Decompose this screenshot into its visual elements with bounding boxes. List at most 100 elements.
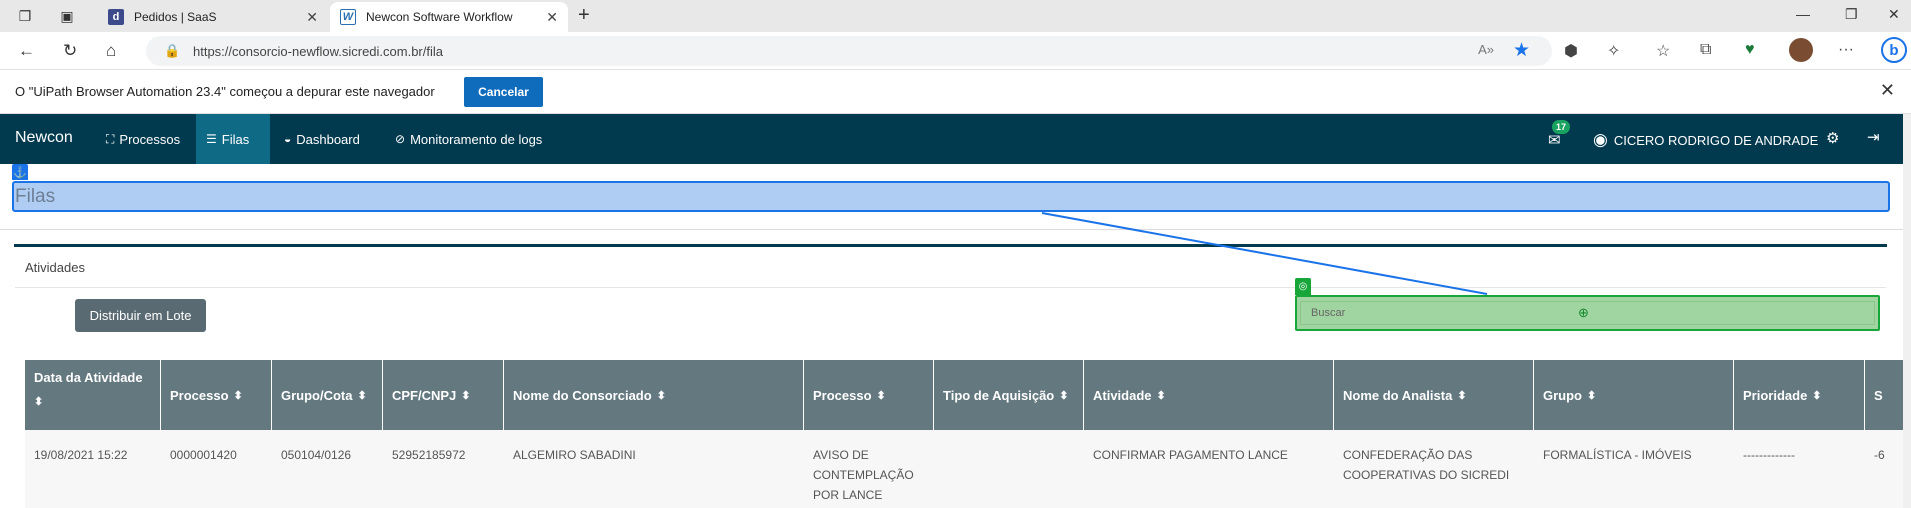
nav-monitoramento[interactable]: ⊘ Monitoramento de logs [385,114,552,164]
col-label: Processo [813,387,872,403]
sort-icon: ⬍ [233,389,243,402]
cell-grupo: FORMALÍSTICA - IMÓVEIS [1543,448,1692,462]
sort-icon: ⬍ [1156,389,1166,402]
col-cpf-cnpj[interactable]: CPF/CNPJ ⬍ [383,360,504,430]
favorites-icon[interactable]: ☆ [1656,41,1670,61]
col-label: Tipo de Aquisição [943,387,1055,403]
col-processo-desc[interactable]: Processo ⬍ [804,360,934,430]
nav-dashboard[interactable]: ◒ Dashboard [274,114,370,164]
cell-grupo-cota: 050104/0126 [281,448,352,462]
table-header: Data da Atividade ⬍ Processo ⬍ Grupo/Cota ⬍… [25,360,1903,430]
panel-divider [15,287,1886,288]
sort-icon: ⬍ [1587,389,1597,402]
back-icon[interactable]: ← [18,41,35,61]
refresh-icon[interactable]: ↻ [63,41,77,61]
workspaces-icon[interactable]: ▣ [58,7,76,25]
col-label: Nome do Analista [1343,387,1453,403]
list-icon: ☰ [206,132,217,146]
col-tipo-aquisicao[interactable]: Tipo de Aquisição ⬍ [934,360,1084,430]
nav-label: Monitoramento de logs [410,131,543,147]
address-bar-row: ← ↻ ⌂ 🔒 https://consorcio-newflow.sicred… [0,32,1911,70]
cell-processo: 0000001420 [170,448,237,462]
browser-tabstrip: ❐ ▣ d Pedidos | SaaS ✕ W Newcon Software… [0,0,1911,32]
cancel-debug-button[interactable]: Cancelar [464,77,543,107]
cell-line: AVISO DE [813,448,869,462]
col-nome-analista[interactable]: Nome do Analista ⬍ [1334,360,1534,430]
tab-title: Pedidos | SaaS [134,10,217,24]
cell-line: CONFEDERAÇÃO DAS [1343,448,1473,462]
dashboard-icon: ◒ [284,132,292,146]
cell-atividade: CONFIRMAR PAGAMENTO LANCE [1093,448,1288,462]
tab-actions-icon[interactable]: ❐ [16,7,34,25]
target-tag-icon: ◎ [1295,278,1311,295]
col-label: Nome do Consorciado [513,387,652,403]
col-nome-consorciado[interactable]: Nome do Consorciado ⬍ [504,360,804,430]
url-text[interactable]: https://consorcio-newflow.sicredi.com.br… [193,44,443,59]
panel-title: Atividades [25,260,85,275]
brand-logo[interactable]: Newcon [15,129,73,147]
tab-newcon[interactable]: W Newcon Software Workflow ✕ [330,2,568,32]
col-atividade[interactable]: Atividade ⬍ [1084,360,1334,430]
gear-icon[interactable]: ⚙ [1826,129,1839,147]
anchor-icon: ⚓ [12,164,28,180]
col-grupo-cota[interactable]: Grupo/Cota ⬍ [272,360,383,430]
lock-icon[interactable]: 🔒 [164,43,180,59]
col-label: S [1874,387,1883,403]
minimize-icon[interactable]: — [1796,6,1810,22]
nav-processos[interactable]: ⛶ Processos [96,114,190,164]
tab-favicon: W [340,9,356,25]
page-title: Filas [12,181,1890,212]
url-bar[interactable]: 🔒 https://consorcio-newflow.sicredi.com.… [146,36,1552,66]
profile-avatar[interactable] [1789,38,1813,62]
sort-icon: ⬍ [1059,389,1069,402]
tab-pedidos[interactable]: d Pedidos | SaaS ✕ [98,2,328,32]
cell-line: COOPERATIVAS DO SICREDI [1343,468,1510,482]
cell-processo-desc: AVISO DE CONTEMPLAÇÃO POR LANCE [804,445,923,505]
user-menu[interactable]: ◉ CICERO RODRIGO DE ANDRADE [1593,130,1818,150]
tab-favicon: d [108,9,124,25]
nav-filas[interactable]: ☰ Filas [196,114,270,164]
nav-label: Dashboard [296,131,360,147]
health-icon[interactable]: ♥ [1745,41,1755,59]
sitemap-icon: ⛶ [106,131,115,146]
new-tab-icon[interactable]: + [578,4,590,27]
favorite-star-icon[interactable]: ★ [1513,39,1530,62]
cell-s: -6 [1874,448,1885,462]
page-scrollbar[interactable] [1903,114,1911,508]
col-s[interactable]: S [1865,360,1903,430]
close-tab-icon[interactable]: ✕ [546,9,558,26]
col-label: Prioridade [1743,387,1808,403]
cell-analista: CONFEDERAÇÃO DAS COOPERATIVAS DO SICREDI [1334,445,1518,485]
restore-icon[interactable]: ❐ [1845,6,1858,23]
logout-icon[interactable]: ⇥ [1867,128,1880,146]
close-infobar-icon[interactable]: ✕ [1880,80,1895,101]
distribute-batch-button[interactable]: Distribuir em Lote [75,299,206,332]
collections-icon[interactable]: ⧉ [1700,41,1711,59]
read-aloud-icon[interactable]: A» [1478,42,1494,57]
sort-icon: ⬍ [876,389,886,402]
sort-icon: ⬍ [34,396,44,408]
bing-icon[interactable]: b [1881,37,1907,63]
puzzle-icon[interactable]: ✧ [1607,41,1620,61]
close-tab-icon[interactable]: ✕ [306,9,318,26]
cell-line: CONTEMPLAÇÃO [813,468,914,482]
home-icon[interactable]: ⌂ [106,41,116,61]
col-processo[interactable]: Processo ⬍ [161,360,272,430]
nav-label: Filas [221,131,250,147]
col-label: Grupo/Cota [281,387,353,403]
col-label: Processo [170,387,229,403]
sort-icon: ⬍ [656,389,666,402]
window-close-icon[interactable]: ✕ [1888,6,1900,23]
col-prioridade[interactable]: Prioridade ⬍ [1734,360,1865,430]
sort-icon: ⬍ [1812,389,1822,402]
table-row[interactable]: 19/08/2021 15:22 0000001420 050104/0126 … [25,430,1903,508]
col-grupo[interactable]: Grupo ⬍ [1534,360,1734,430]
tab-title: Newcon Software Workflow [366,10,513,24]
cell-cpf-cnpj: 52952185972 [392,448,466,462]
menu-icon[interactable]: ··· [1838,41,1854,59]
user-circle-icon: ◉ [1593,130,1608,149]
extension-icon[interactable]: ⬢ [1564,41,1578,61]
debug-infobar: O "UiPath Browser Automation 23.4" começ… [0,70,1911,114]
crosshair-icon: ⊕ [1578,305,1589,320]
col-data-atividade[interactable]: Data da Atividade ⬍ [25,360,161,430]
